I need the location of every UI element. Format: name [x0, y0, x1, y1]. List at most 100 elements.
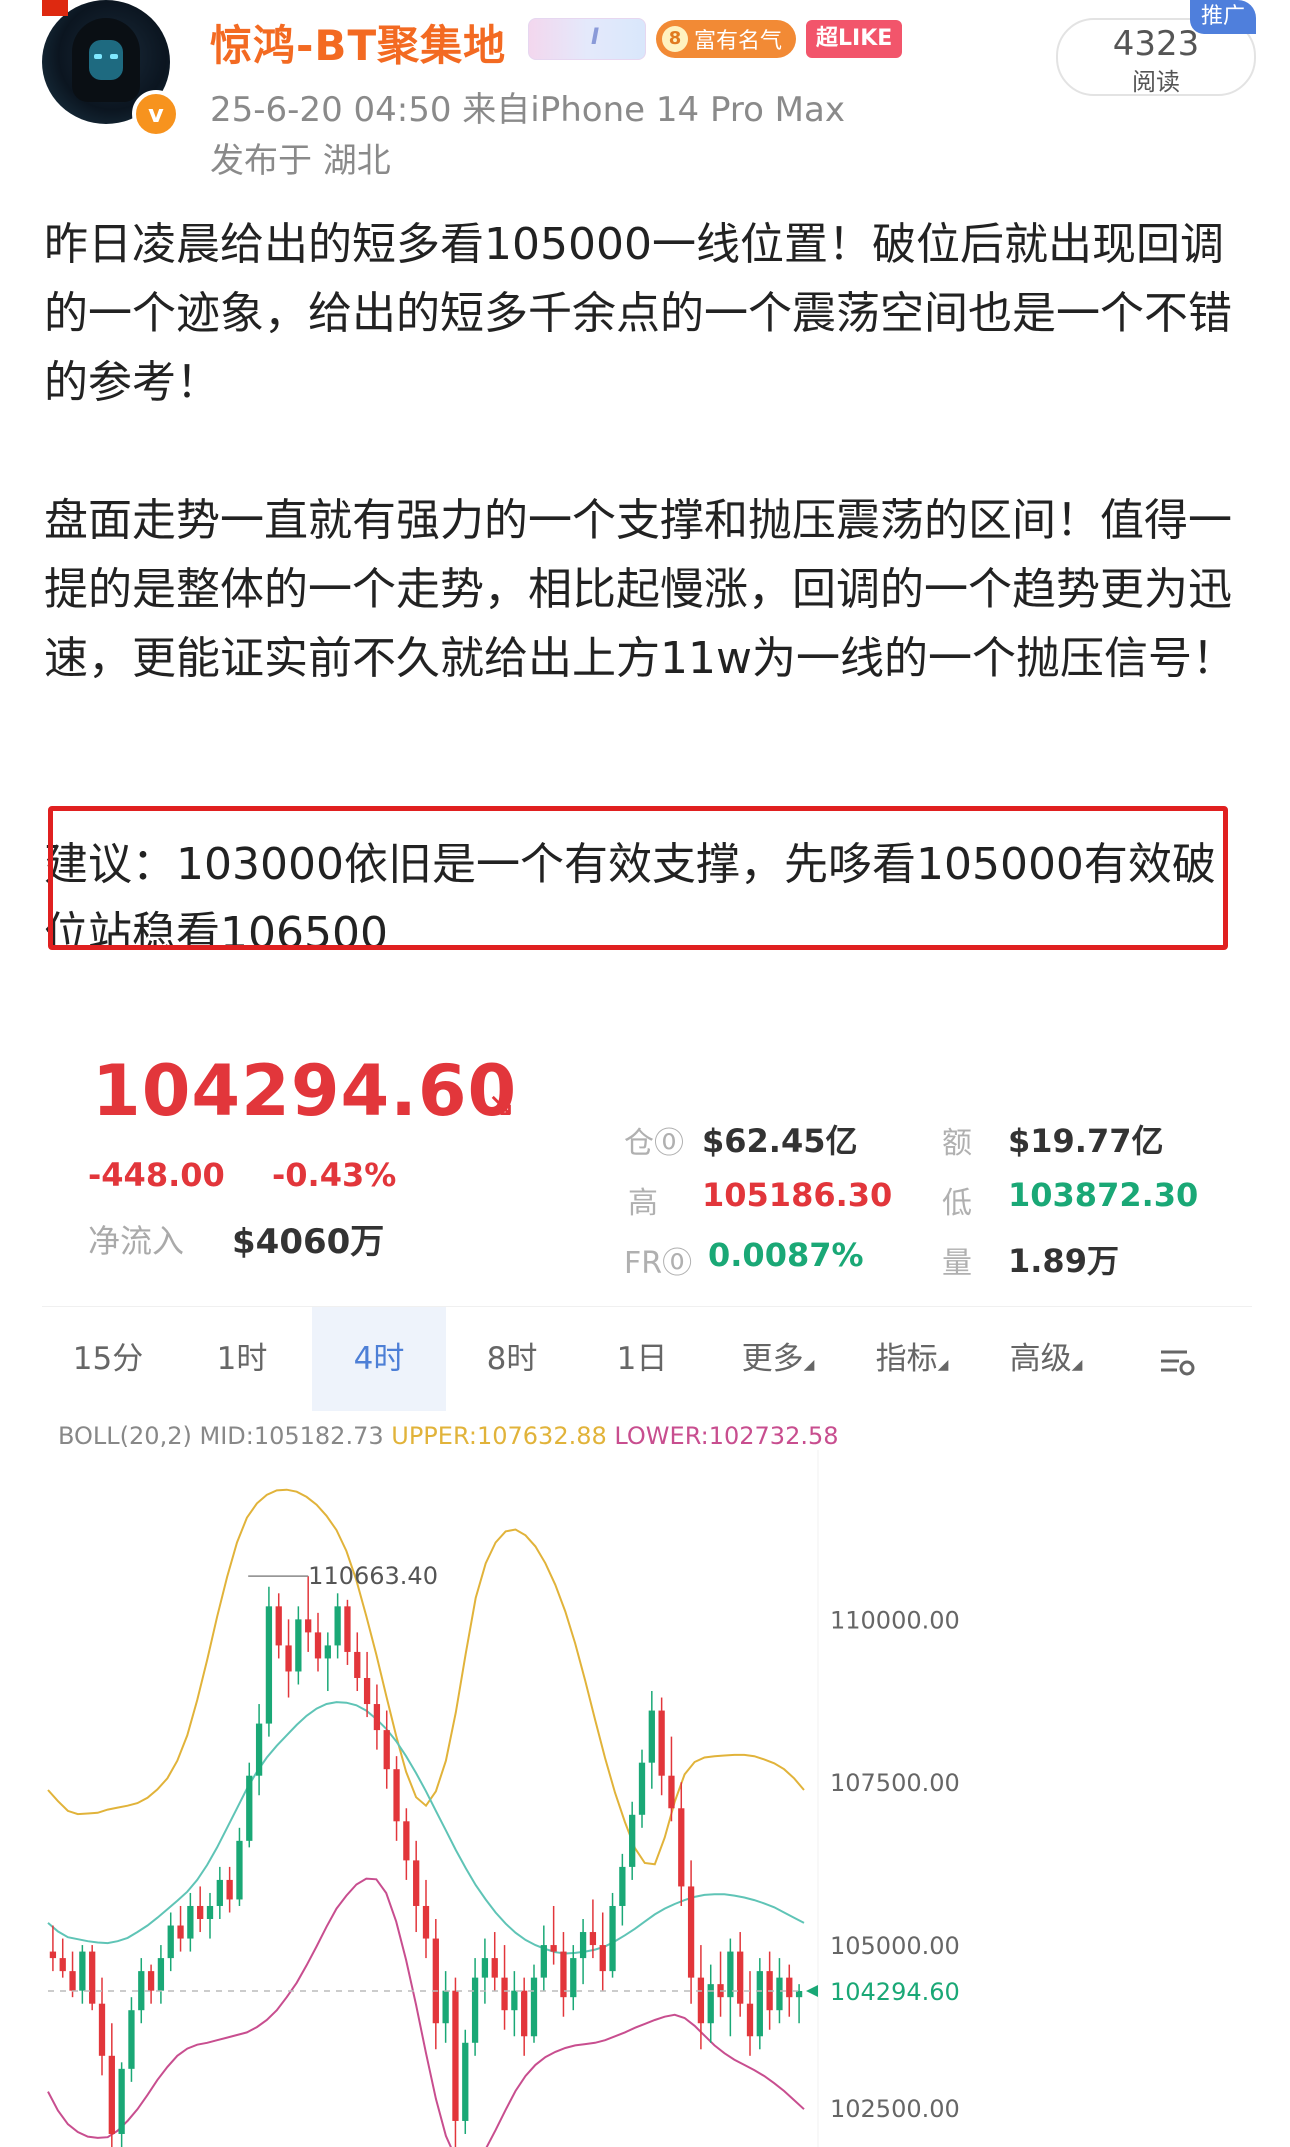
candle-body	[383, 1730, 390, 1770]
post-location: 发布于 湖北	[210, 141, 391, 181]
candlestick-chart[interactable]: 110000.00 107500.00 105000.00 104294.60 1025…	[42, 1030, 1252, 2147]
candle-body	[295, 1619, 302, 1672]
candle-body	[737, 1951, 744, 2004]
candle-body	[530, 1977, 538, 2037]
promote-badge[interactable]: 推广	[1190, 0, 1256, 34]
candle-body	[216, 1879, 223, 1906]
boll-upper-line	[47, 1488, 805, 1866]
candle-body	[511, 1990, 518, 2011]
avatar-eye	[110, 54, 118, 59]
candle-body	[79, 1951, 86, 1991]
avatar-face	[89, 40, 123, 80]
super-like-badge[interactable]: 超LIKE	[806, 20, 903, 58]
user-badges: I 8 富有名气 超LIKE	[528, 18, 903, 60]
candle-body	[324, 1645, 331, 1659]
flag-icon	[42, 0, 68, 16]
read-label: 阅读	[1132, 68, 1180, 96]
candle-body	[678, 1808, 685, 1887]
candle-body	[589, 1932, 597, 1946]
candle-body	[334, 1606, 341, 1646]
candle-body	[776, 1977, 783, 2011]
y-axis-tick-label: 102500.00	[830, 2095, 960, 2123]
post-timestamp: 25-6-20 04:50 来自iPhone 14 Pro Max	[210, 90, 845, 130]
decorative-badge-icon[interactable]: I	[528, 18, 646, 60]
candle-body	[638, 1762, 646, 1815]
highlight-box	[48, 806, 1228, 950]
post-image-chart[interactable]: 104294.60 ↘ -448.00 -0.43% 净流入 $4060万 仓⓪…	[42, 1030, 1252, 2147]
candle-body	[373, 1704, 381, 1731]
current-price-marker-icon	[806, 1985, 818, 1998]
candle-body	[432, 1938, 439, 2024]
candle-body	[462, 2042, 469, 2121]
candle-body	[206, 1905, 214, 1920]
rich-fame-badge[interactable]: 8 富有名气	[656, 20, 797, 58]
candle-body	[285, 1645, 292, 1672]
post-paragraph: 昨日凌晨给出的短多看105000一线位置！破位后就出现回调的一个迹象，给出的短多…	[44, 219, 1232, 408]
candle-body	[403, 1821, 410, 1861]
avatar-eye	[94, 54, 102, 59]
candle-body	[756, 1971, 763, 2037]
candle-body	[59, 1958, 66, 1972]
y-axis-tick-label: 107500.00	[830, 1769, 960, 1797]
candle-body	[344, 1606, 351, 1652]
rich-fame-label: 富有名气	[694, 29, 783, 54]
candle-body	[668, 1775, 675, 1809]
candle-body	[413, 1860, 420, 1906]
candle-body	[579, 1932, 587, 1959]
candle-body	[491, 1958, 498, 1978]
y-axis-tick-label: 104294.60	[830, 1978, 960, 2006]
candle-body	[648, 1710, 655, 1763]
candle-body	[746, 2003, 754, 2037]
candle-body	[609, 1905, 616, 1972]
candle-body	[550, 1945, 557, 1952]
candle-body	[128, 2010, 135, 2069]
candle-body	[471, 1977, 479, 2043]
post-body: 昨日凌晨给出的短多看105000一线位置！破位后就出现回调的一个迹象，给出的短多…	[44, 210, 1254, 693]
candle-body	[422, 1905, 430, 1939]
candle-body	[255, 1723, 263, 1776]
candle-body	[697, 1977, 705, 2024]
candle-body	[226, 1879, 233, 1900]
y-axis-tick-label: 105000.00	[830, 1932, 960, 1960]
candle-body	[786, 1977, 793, 1998]
candle-body	[108, 2055, 115, 2134]
candle-body	[570, 1958, 577, 1998]
candle-body	[305, 1619, 312, 1633]
candle-body	[275, 1606, 282, 1646]
candle-body	[393, 1769, 400, 1822]
candle-body	[452, 1990, 459, 2121]
candle-body	[599, 1945, 606, 1972]
candle-body	[118, 2068, 125, 2134]
candle-body	[481, 1958, 489, 1978]
candle-body	[187, 1905, 194, 1939]
candle-body	[197, 1905, 204, 1920]
candle-body	[540, 1945, 547, 1978]
post-paragraph: 盘面走势一直就有强力的一个支撑和抛压震荡的区间！值得一提的是整体的一个走势，相比…	[44, 495, 1236, 684]
y-axis-tick-label: 110000.00	[830, 1606, 960, 1634]
candle-body	[265, 1606, 273, 1724]
candle-body	[363, 1677, 371, 1705]
candle-body	[521, 1990, 528, 2037]
candle-body	[354, 1651, 361, 1678]
candle-body	[147, 1971, 155, 1991]
verified-badge-icon: v	[132, 90, 180, 138]
max-price-annotation: 110663.40	[308, 1562, 438, 1590]
candle-body	[246, 1775, 253, 1841]
candle-body	[314, 1632, 322, 1659]
candle-body	[707, 1984, 714, 2024]
candle-body	[687, 1886, 695, 1978]
post-header: v 惊鸿-BT聚集地 I 8 富有名气 超LIKE 25-6-20 04:50 …	[0, 0, 1290, 181]
candle-body	[89, 1951, 96, 2004]
candle-body	[138, 1971, 145, 2011]
candle-body	[236, 1840, 243, 1900]
candle-body	[442, 1990, 449, 2024]
candle-body	[157, 1958, 165, 1991]
candle-body	[629, 1814, 636, 1867]
candle-body	[177, 1925, 184, 1939]
candle-body	[619, 1866, 626, 1906]
username[interactable]: 惊鸿-BT聚集地	[210, 12, 506, 73]
level-icon: 8	[662, 26, 688, 52]
candle-body	[795, 1990, 803, 1998]
candle-body	[658, 1710, 665, 1776]
candle-body	[501, 1977, 508, 2011]
